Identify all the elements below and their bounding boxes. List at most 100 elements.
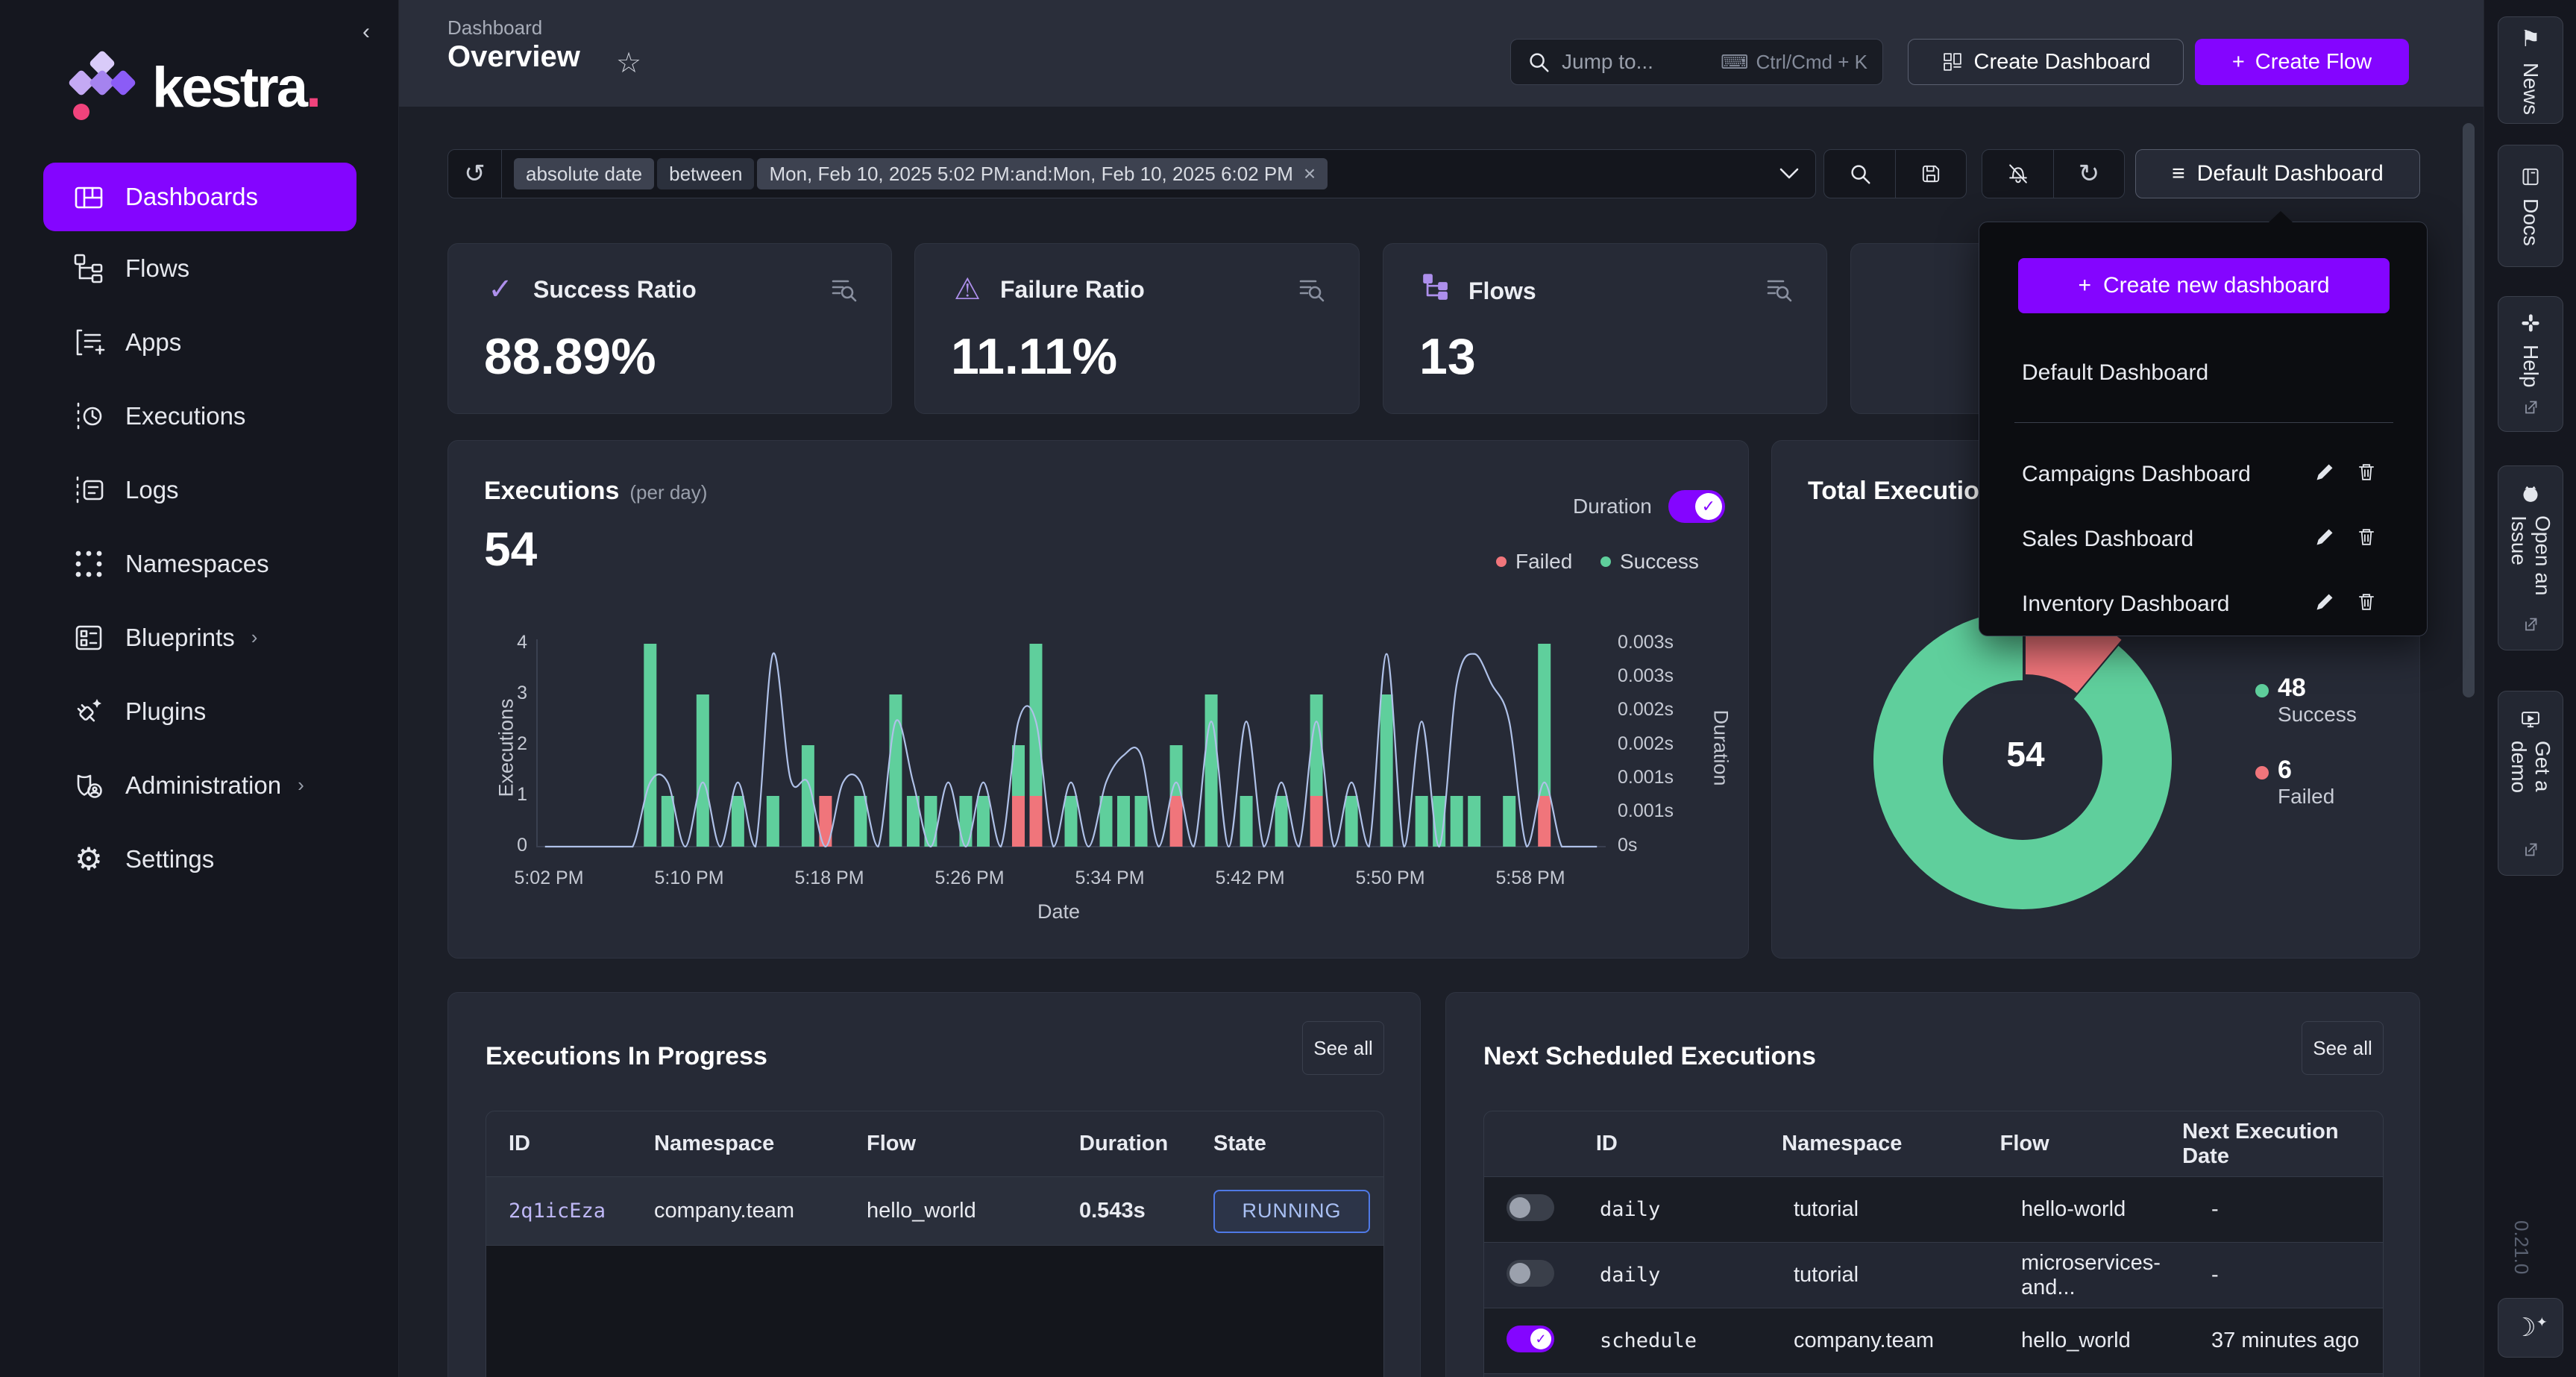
filter-chip-value[interactable]: Mon, Feb 10, 2025 5:02 PM:and:Mon, Feb 1… — [757, 158, 1328, 189]
progress-table: ID Namespace Flow Duration State 2q1icEz… — [486, 1111, 1384, 1377]
duration-toggle[interactable]: ✓ — [1668, 490, 1725, 523]
menu-item-inventory-dashboard[interactable]: Inventory Dashboard — [2022, 572, 2387, 636]
filter-chip-field[interactable]: absolute date — [514, 158, 654, 189]
trigger-toggle[interactable]: ✓ — [1507, 1326, 1554, 1352]
delete-trash-icon[interactable] — [2346, 527, 2387, 553]
donut-legend-failed[interactable]: 6 Failed — [2255, 756, 2334, 809]
table-row[interactable]: 2q1icEza company.team hello_world 0.543s… — [486, 1177, 1383, 1246]
sidebar-item-apps[interactable]: Apps — [0, 305, 399, 379]
chevron-down-icon[interactable] — [1763, 166, 1815, 181]
demo-screen-icon — [2518, 708, 2543, 730]
flag-icon: ⚑ — [2518, 26, 2544, 52]
kpi-drilldown-icon[interactable] — [1764, 274, 1794, 307]
slack-icon — [2518, 312, 2543, 334]
trigger-toggle[interactable] — [1507, 1194, 1554, 1221]
y2-tick: 0.001s — [1618, 800, 1674, 822]
filter-bar[interactable]: ↺ absolute date between Mon, Feb 10, 202… — [447, 149, 1816, 198]
y-tick: 4 — [500, 632, 527, 653]
external-link-icon — [2520, 615, 2541, 633]
jump-to-search[interactable]: Jump to... ⌨Ctrl/Cmd + K — [1510, 39, 1883, 85]
create-new-dashboard-button[interactable]: + Create new dashboard — [2018, 258, 2390, 313]
status-badge[interactable]: RUNNING — [1213, 1190, 1370, 1233]
filter-chip-operator[interactable]: between — [657, 158, 754, 189]
y-axis-label-left: Executions — [495, 698, 518, 797]
search-icon[interactable] — [1824, 150, 1895, 198]
see-all-button[interactable]: See all — [2302, 1021, 2384, 1075]
sidebar-item-dashboards[interactable]: Dashboards — [43, 163, 356, 231]
see-all-button[interactable]: See all — [1302, 1021, 1384, 1075]
table-row[interactable]: ✓ schedule company.team hello_world 37 m… — [1484, 1308, 2383, 1374]
hamburger-icon: ≡ — [2172, 161, 2185, 186]
remove-filter-icon[interactable]: × — [1304, 162, 1316, 186]
favorite-star-icon[interactable]: ☆ — [616, 46, 641, 80]
edit-pencil-icon[interactable] — [2304, 592, 2346, 618]
edit-pencil-icon[interactable] — [2304, 527, 2346, 553]
legend-failed[interactable]: Failed — [1496, 550, 1572, 574]
chevron-right-icon: › — [298, 774, 304, 797]
legend-success[interactable]: Success — [1600, 550, 1699, 574]
menu-caret — [2269, 211, 2293, 222]
dashboard-grid-icon — [1941, 51, 1964, 73]
kpi-card-success-ratio: ✓Success Ratio 88.89% — [447, 243, 892, 414]
menu-item-campaigns-dashboard[interactable]: Campaigns Dashboard — [2022, 442, 2387, 506]
sidebar-item-settings[interactable]: ⚙ Settings — [0, 822, 399, 896]
right-rail: ⚑ News Docs Help Open an Issue — [2484, 0, 2576, 1377]
toggle-knob: ✓ — [1695, 493, 1722, 520]
rail-docs-button[interactable]: Docs — [2498, 145, 2563, 267]
svg-text:54: 54 — [2006, 735, 2045, 774]
save-icon[interactable] — [1895, 150, 1966, 198]
search-icon — [1526, 49, 1551, 75]
create-dashboard-button[interactable]: Create Dashboard — [1908, 39, 2184, 85]
trigger-toggle[interactable] — [1507, 1260, 1554, 1287]
kpi-drilldown-icon[interactable] — [829, 274, 858, 307]
sidebar-item-administration[interactable]: Administration › — [0, 748, 399, 822]
theme-toggle-button[interactable]: ☽✦ — [2498, 1298, 2563, 1358]
sidebar-item-plugins[interactable]: Plugins — [0, 674, 399, 748]
edit-pencil-icon[interactable] — [2304, 462, 2346, 488]
menu-item-sales-dashboard[interactable]: Sales Dashboard — [2022, 507, 2387, 571]
next-scheduled-card: Next Scheduled Executions See all ID Nam… — [1445, 992, 2420, 1377]
kestra-logo[interactable]: kestra. — [61, 46, 319, 128]
flows-icon — [72, 251, 106, 286]
delete-trash-icon[interactable] — [2346, 462, 2387, 488]
sidebar-item-logs[interactable]: Logs — [0, 453, 399, 527]
external-link-icon — [2520, 841, 2541, 859]
plus-icon: + — [2078, 273, 2091, 298]
table-row[interactable]: daily tutorial microservices-and... - — [1484, 1243, 2383, 1308]
sidebar-item-namespaces[interactable]: Namespaces — [0, 527, 399, 600]
x-tick: 5:34 PM — [1069, 868, 1151, 889]
success-dot — [1600, 556, 1611, 567]
vertical-scrollbar[interactable] — [2463, 123, 2475, 697]
page-title: Overview — [447, 40, 580, 74]
donut-legend-success[interactable]: 48 Success — [2255, 674, 2357, 727]
sidebar-item-executions[interactable]: Executions — [0, 379, 399, 453]
github-icon — [2518, 483, 2543, 505]
check-icon: ✓ — [484, 272, 517, 307]
table-header-row: ID Namespace Flow Duration State — [486, 1111, 1383, 1177]
rail-help-button[interactable]: Help — [2498, 296, 2563, 432]
delete-trash-icon[interactable] — [2346, 592, 2387, 618]
history-icon[interactable]: ↺ — [448, 150, 502, 198]
y-axis-label-right: Duration — [1709, 709, 1732, 785]
kestra-wordmark: kestra. — [152, 55, 319, 120]
sidebar-item-blueprints[interactable]: Blueprints › — [0, 600, 399, 674]
table-row[interactable]: daily tutorial hello-world - — [1484, 1177, 2383, 1243]
warning-icon: ⚠ — [951, 272, 984, 307]
sidebar-collapse-icon[interactable]: ‹ — [349, 15, 383, 49]
kpi-drilldown-icon[interactable] — [1296, 274, 1326, 307]
executions-icon — [72, 399, 106, 433]
sidebar-item-flows[interactable]: Flows — [0, 231, 399, 305]
rail-get-demo-button[interactable]: Get a demo — [2498, 691, 2563, 876]
kpi-card-failure-ratio: ⚠Failure Ratio 11.11% — [914, 243, 1360, 414]
success-dot — [2255, 684, 2269, 697]
rail-news-button[interactable]: ⚑ News — [2498, 16, 2563, 124]
x-tick: 5:18 PM — [788, 868, 870, 889]
dashboard-selector-button[interactable]: ≡ Default Dashboard — [2135, 149, 2420, 198]
table-header-row: ID Namespace Flow Next Execution Date — [1484, 1111, 2383, 1177]
refresh-icon[interactable]: ↻ — [2053, 150, 2124, 198]
x-tick: 5:26 PM — [929, 868, 1011, 889]
bell-off-icon[interactable] — [1982, 150, 2053, 198]
menu-item-default-dashboard[interactable]: Default Dashboard — [2022, 360, 2208, 386]
rail-open-issue-button[interactable]: Open an Issue — [2498, 465, 2563, 650]
create-flow-button[interactable]: + Create Flow — [2195, 39, 2409, 85]
